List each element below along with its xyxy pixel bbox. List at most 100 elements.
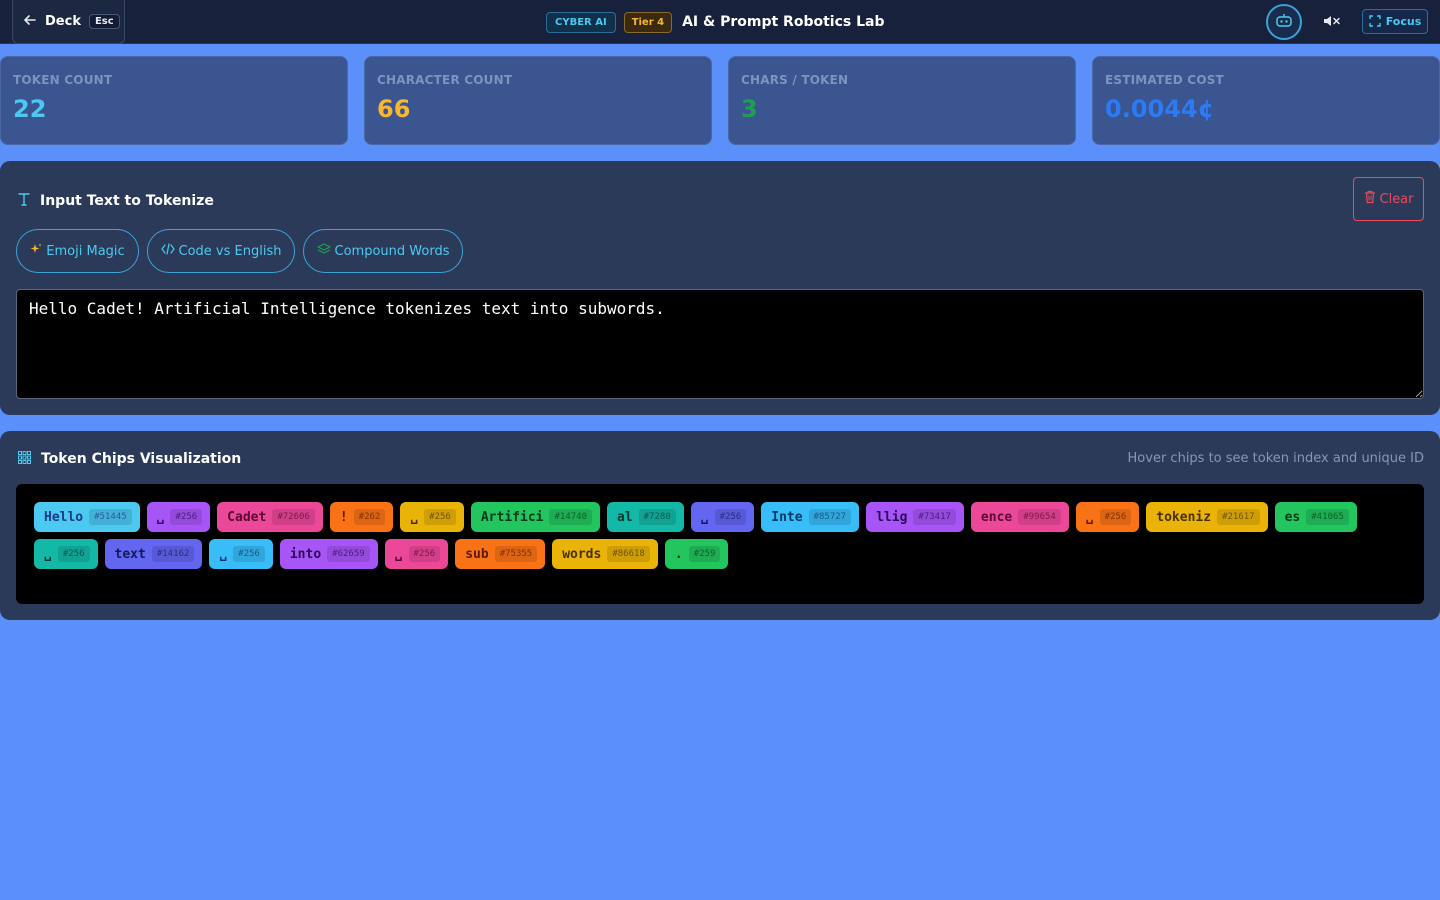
token-chip[interactable]: text #14162: [104, 539, 203, 569]
trash-icon: [1364, 190, 1376, 208]
token-id: #256: [408, 546, 441, 562]
fullscreen-icon: [1369, 12, 1381, 31]
mute-toggle-button[interactable]: [1320, 10, 1344, 34]
token-chip[interactable]: ! #262: [329, 502, 394, 532]
token-id: #86618: [607, 546, 650, 562]
token-text: al: [617, 509, 633, 525]
token-chip[interactable]: ␣ #256: [146, 502, 211, 532]
token-text: text: [114, 546, 146, 562]
token-chip[interactable]: Inte #85727: [761, 502, 860, 532]
volume-muted-icon: [1323, 13, 1341, 32]
stat-label: ESTIMATED COST: [1105, 73, 1224, 87]
token-id: #256: [1099, 509, 1132, 525]
token-chip[interactable]: al #7280: [607, 502, 684, 532]
arrow-left-icon: [23, 13, 37, 31]
layers-icon: [316, 243, 331, 259]
preset-emoji-magic-button[interactable]: Emoji Magic: [16, 229, 139, 273]
back-to-deck-button[interactable]: Deck Esc: [12, 0, 125, 44]
token-text: Inte: [771, 509, 803, 525]
preset-label: Emoji Magic: [46, 243, 125, 259]
stat-label: TOKEN COUNT: [13, 73, 113, 87]
token-chip[interactable]: into #62659: [279, 539, 378, 569]
token-id: #256: [57, 546, 90, 562]
token-id: #85727: [808, 509, 852, 525]
token-text: Artifici: [480, 509, 544, 525]
token-id: #14740: [549, 509, 592, 525]
chips-panel-header: Token Chips Visualization: [18, 449, 241, 468]
stat-card-chars-per-token: CHARS / TOKEN 3: [728, 56, 1076, 145]
sparkles-icon: [30, 243, 42, 259]
token-id: #256: [233, 546, 265, 562]
token-id: #262: [353, 509, 386, 525]
focus-mode-button[interactable]: Focus: [1362, 9, 1428, 34]
token-text: ence: [980, 509, 1013, 525]
token-id: #72606: [272, 509, 315, 525]
token-text: ␣: [394, 546, 403, 562]
grid-icon: [18, 449, 31, 468]
stat-value: 3: [741, 95, 758, 123]
stat-value: 66: [377, 95, 411, 123]
stat-card-character-count: CHARACTER COUNT 66: [364, 56, 712, 145]
token-text: sub: [465, 546, 489, 562]
token-chip[interactable]: ␣ #256: [209, 539, 273, 569]
robot-assistant-button[interactable]: [1266, 4, 1302, 40]
code-icon: [160, 243, 175, 259]
lab-title-group: CYBER AI Tier 4 AI & Prompt Robotics Lab: [546, 10, 884, 34]
token-chip[interactable]: ␣ #256: [400, 502, 464, 532]
token-chip[interactable]: sub #75355: [455, 539, 546, 569]
token-chip[interactable]: words #86618: [552, 539, 658, 569]
token-chip[interactable]: Artifici #14740: [470, 502, 600, 532]
token-text: tokeniz: [1156, 509, 1212, 525]
token-chip[interactable]: ␣ #256: [384, 539, 449, 569]
stat-label: CHARACTER COUNT: [377, 73, 513, 87]
token-id: #99654: [1018, 509, 1061, 525]
esc-shortcut-badge: Esc: [88, 14, 120, 29]
token-chip-list: Hello #51445 ␣ #256 Cadet #72606! #262 ␣ #256 Art…: [16, 484, 1424, 604]
token-chip[interactable]: ␣ #256: [1075, 502, 1140, 532]
token-chip[interactable]: ␣ #256: [690, 502, 755, 532]
preset-code-vs-english-button[interactable]: Code vs English: [147, 229, 295, 273]
token-id: #259: [688, 546, 721, 562]
token-id: #256: [170, 509, 203, 525]
token-text: !: [339, 509, 348, 525]
token-text: ␣: [1085, 509, 1094, 525]
token-id: #21617: [1217, 509, 1260, 525]
stat-value: 22: [13, 95, 47, 123]
stat-card-estimated-cost: ESTIMATED COST 0.0044¢: [1092, 56, 1440, 145]
text-type-icon: [18, 191, 30, 210]
page-title: AI & Prompt Robotics Lab: [682, 14, 885, 30]
chips-hint-text: Hover chips to see token index and uniqu…: [1127, 451, 1424, 466]
input-panel-title: Input Text to Tokenize: [40, 192, 214, 209]
token-id: #51445: [89, 509, 132, 525]
token-chip[interactable]: es #41065: [1274, 502, 1357, 532]
token-id: #62659: [327, 546, 370, 562]
preset-compound-words-button[interactable]: Compound Words: [303, 229, 463, 273]
token-chip[interactable]: llig #73417: [866, 502, 964, 532]
input-panel-header: Input Text to Tokenize: [18, 191, 214, 210]
clear-button[interactable]: Clear: [1353, 177, 1424, 221]
token-text: ␣: [156, 509, 165, 525]
token-chip[interactable]: ence #99654: [970, 502, 1069, 532]
robot-icon: [1275, 12, 1293, 32]
top-bar: Deck Esc CYBER AI Tier 4 AI & Prompt Rob…: [0, 0, 1440, 44]
tokenize-text-input[interactable]: [16, 289, 1424, 399]
token-chip[interactable]: Cadet #72606: [217, 502, 323, 532]
token-chip[interactable]: Hello #51445: [34, 502, 140, 532]
stat-card-token-count: TOKEN COUNT 22: [0, 56, 348, 145]
token-chip[interactable]: ␣ #256: [34, 539, 98, 569]
token-text: words: [562, 546, 602, 562]
token-chip[interactable]: . #259: [664, 539, 729, 569]
token-id: #41065: [1306, 509, 1349, 525]
token-id: #75355: [494, 546, 538, 562]
input-panel: Input Text to Tokenize Clear Emoji Magic…: [0, 161, 1440, 415]
clear-label: Clear: [1379, 191, 1414, 207]
token-id: #256: [424, 509, 456, 525]
cyber-ai-badge: CYBER AI: [546, 11, 616, 33]
token-chip[interactable]: tokeniz #21617: [1146, 502, 1268, 532]
preset-label: Code vs English: [178, 243, 282, 259]
token-text: .: [674, 546, 683, 562]
focus-label: Focus: [1385, 15, 1422, 28]
token-text: into: [289, 546, 322, 562]
token-text: ␣: [44, 546, 52, 562]
token-text: Hello: [44, 509, 84, 525]
